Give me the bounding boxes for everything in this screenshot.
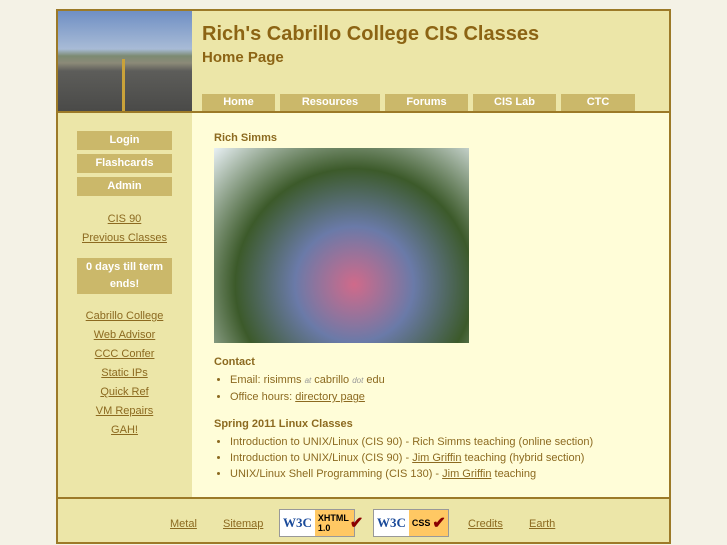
w3c-css-badge[interactable]: W3C CSS ✔ [373,509,449,537]
credits-link[interactable]: Credits [468,518,503,530]
contact-heading: Contact [214,356,255,368]
jim-griffin-link[interactable]: Jim Griffin [412,452,461,464]
vm-repairs-link[interactable]: VM Repairs [58,402,191,421]
page-subtitle: Home Page [202,49,284,66]
class-item: Introduction to UNIX/Linux (CIS 90) - Ji… [230,450,593,466]
w3c-xhtml-badge[interactable]: W3C XHTML 1.0 ✔ [279,509,363,537]
tab-forums[interactable]: Forums [385,94,468,111]
metal-link[interactable]: Metal [170,518,197,530]
email-text: Email: risimms [230,374,302,386]
web-advisor-link[interactable]: Web Advisor [58,326,191,345]
at-text: at [304,376,312,385]
quick-ref-link[interactable]: Quick Ref [58,383,191,402]
class-text: teaching (hybrid section) [461,452,585,464]
family-photo [214,148,469,343]
static-ips-link[interactable]: Static IPs [58,364,191,383]
class-text: Introduction to UNIX/Linux (CIS 90) - [230,452,413,464]
domain-text: cabrillo [314,374,350,386]
sidebar: Login Flashcards Admin CIS 90 Previous C… [58,113,191,497]
tab-resources[interactable]: Resources [280,94,380,111]
sitemap-link[interactable]: Sitemap [223,518,263,530]
xhtml-label: XHTML 1.0 [317,513,349,533]
gah-link[interactable]: GAH! [58,421,191,440]
class-text: Introduction to UNIX/Linux (CIS 90) - Ri… [230,436,594,448]
dot-text: dot [352,376,364,385]
tld-text: edu [366,374,385,386]
term-countdown: 0 days till term ends! [77,258,172,294]
jim-griffin-link[interactable]: Jim Griffin [442,468,491,480]
email-item: Email: risimms at cabrillo dot edu [230,372,385,389]
checkmark-icon: ✔ [432,515,446,532]
tab-ctc[interactable]: CTC [561,94,635,111]
earth-link[interactable]: Earth [529,518,555,530]
contact-list: Email: risimms at cabrillo dot edu Offic… [192,372,385,405]
directory-page-link[interactable]: directory page [295,391,365,403]
w3c-logo: W3C [280,510,315,536]
footer: Metal Sitemap W3C XHTML 1.0 ✔ W3C CSS ✔ … [58,497,669,544]
ccc-confer-link[interactable]: CCC Confer [58,345,191,364]
cis90-link[interactable]: CIS 90 [58,210,191,229]
css-label: CSS [411,518,431,528]
previous-classes-link[interactable]: Previous Classes [58,229,191,248]
nav-tabs: Home Resources Forums CIS Lab CTC [202,94,635,111]
login-button[interactable]: Login [77,131,172,150]
road-banner-image [58,11,192,111]
office-label: Office hours: [230,391,296,403]
tab-home[interactable]: Home [202,94,275,111]
classes-heading: Spring 2011 Linux Classes [214,418,353,430]
class-text: teaching [491,468,537,480]
main-content: Rich Simms Contact Email: risimms at cab… [192,113,669,497]
header: Rich's Cabrillo College CIS Classes Home… [58,11,669,113]
flashcards-button[interactable]: Flashcards [77,154,172,173]
tab-cis-lab[interactable]: CIS Lab [473,94,556,111]
admin-button[interactable]: Admin [77,177,172,196]
cabrillo-college-link[interactable]: Cabrillo College [58,307,191,326]
classes-list: Introduction to UNIX/Linux (CIS 90) - Ri… [192,434,593,482]
checkmark-icon: ✔ [349,515,364,532]
name-heading: Rich Simms [214,132,277,144]
page-container: Rich's Cabrillo College CIS Classes Home… [56,9,671,544]
w3c-logo: W3C [374,510,409,536]
site-title: Rich's Cabrillo College CIS Classes [202,23,540,45]
class-item: UNIX/Linux Shell Programming (CIS 130) -… [230,466,593,482]
class-text: UNIX/Linux Shell Programming (CIS 130) - [230,468,443,480]
office-hours-item: Office hours: directory page [230,389,385,405]
class-item: Introduction to UNIX/Linux (CIS 90) - Ri… [230,434,593,450]
